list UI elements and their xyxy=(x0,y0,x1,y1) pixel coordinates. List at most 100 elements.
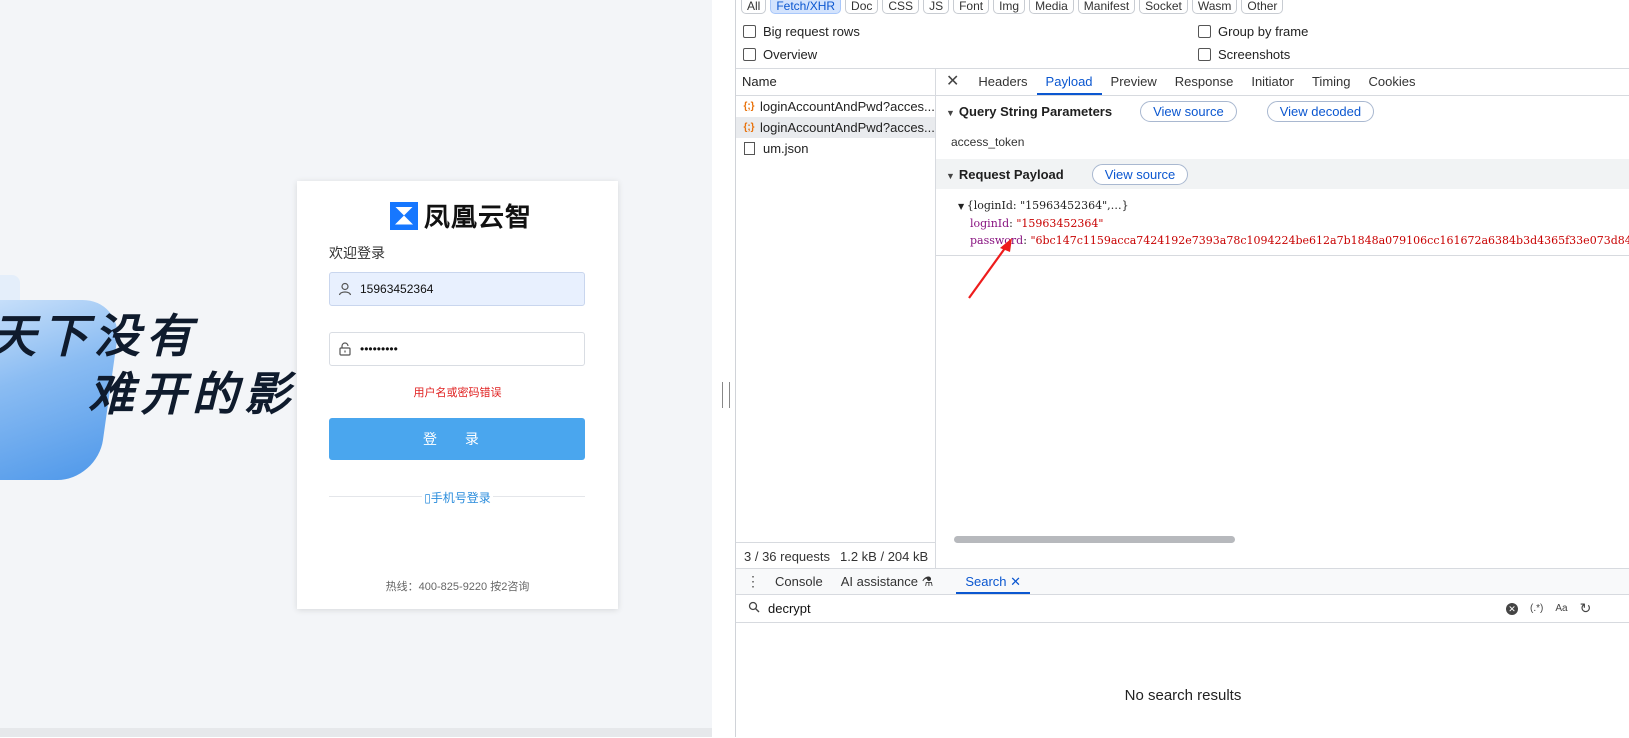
slogan-line-2: 难开的影 xyxy=(88,368,296,420)
request-name: loginAccountAndPwd?acces... xyxy=(760,120,935,135)
slogan-line-1: 天下没有 xyxy=(0,310,198,362)
page-scrollbar[interactable] xyxy=(0,728,712,737)
filter-other[interactable]: Other xyxy=(1241,0,1284,14)
detail-tabs: ✕ Headers Payload Preview Response Initi… xyxy=(936,69,1629,96)
user-icon xyxy=(330,282,360,296)
view-source-button[interactable]: View source xyxy=(1140,100,1237,122)
panel-resize-handle[interactable] xyxy=(722,382,730,408)
section-title: Request Payload xyxy=(958,166,1064,182)
request-detail: ✕ Headers Payload Preview Response Initi… xyxy=(936,69,1629,569)
search-tools: ✕ (.*) Aa ↻ xyxy=(1506,600,1591,617)
section-title: Query String Parameters xyxy=(958,103,1113,119)
brand-logo: 凤凰云智 xyxy=(390,197,532,234)
checkbox[interactable] xyxy=(1198,25,1211,38)
flask-icon: ⚗ xyxy=(921,574,934,589)
hotline-text: 热线：400-825-9220 按2咨询 xyxy=(385,581,530,593)
drawer-tabs: ⋮ Console AI assistance ⚗ Search ✕ xyxy=(736,569,1629,595)
filter-all[interactable]: All xyxy=(741,0,767,14)
filter-manifest[interactable]: Manifest xyxy=(1077,0,1136,14)
tab-label: Search xyxy=(965,574,1007,589)
payload-login-id: loginId: "15963452364" xyxy=(970,217,1104,230)
phone-icon: ▯ xyxy=(424,491,431,505)
xhr-icon: {;} xyxy=(743,122,755,133)
tab-cookies[interactable]: Cookies xyxy=(1360,69,1425,95)
tab-response[interactable]: Response xyxy=(1166,69,1243,95)
payload-summary[interactable]: ▼ {loginId: "15963452364",…} xyxy=(958,199,1129,212)
request-row[interactable]: {;} loginAccountAndPwd?acces... xyxy=(736,96,935,117)
option-label: Overview xyxy=(763,47,818,62)
network-panel: Name {;} loginAccountAndPwd?acces... {;} l… xyxy=(736,68,1629,569)
logo-text: 凤凰云智 xyxy=(424,202,533,232)
phone-login-link[interactable]: ▯手机号登录 xyxy=(297,489,618,506)
filter-font[interactable]: Font xyxy=(953,0,990,14)
key: loginId xyxy=(970,217,1010,230)
xhr-icon: {;} xyxy=(743,101,755,112)
login-page: 天下没有 难开的影 凤凰云智 欢迎登录 15963452364 ••••••••… xyxy=(0,0,712,737)
column-header-name[interactable]: Name xyxy=(736,69,935,96)
value: "6bc147c1159acca7424192e7393a78c1094224b… xyxy=(1030,234,1629,247)
request-count: 3 / 36 requests xyxy=(744,548,830,564)
triangle-down-icon: ▼ xyxy=(946,107,955,118)
option-big-request-rows[interactable]: Big request rows xyxy=(743,24,860,39)
request-name: um.json xyxy=(763,141,809,156)
checkbox[interactable] xyxy=(1198,48,1211,61)
filter-wasm[interactable]: Wasm xyxy=(1191,0,1238,14)
annotation-arrow-icon xyxy=(968,238,1012,299)
triangle-down-icon: ▼ xyxy=(958,202,967,211)
tab-payload[interactable]: Payload xyxy=(1036,69,1102,95)
value: "15963452364" xyxy=(1016,217,1104,230)
option-label: Screenshots xyxy=(1218,47,1291,62)
filter-js[interactable]: JS xyxy=(923,0,950,14)
more-icon[interactable]: ⋮ xyxy=(736,569,766,594)
username-value: 15963452364 xyxy=(360,282,434,296)
search-bar: ✕ (.*) Aa ↻ xyxy=(736,595,1629,623)
payload-tree: ▼ {loginId: "15963452364",…} loginId: "1… xyxy=(936,195,1629,257)
option-label: Group by frame xyxy=(1218,24,1309,39)
filter-fetch-xhr[interactable]: Fetch/XHR xyxy=(770,0,842,14)
request-payload-section-header[interactable]: ▼ Request Payload View source xyxy=(936,159,1629,189)
filter-img[interactable]: Img xyxy=(993,0,1026,14)
tab-label: AI assistance xyxy=(840,574,919,589)
search-icon xyxy=(748,601,762,616)
payload-object: {loginId: "15963452364",…} xyxy=(966,199,1129,212)
tab-initiator[interactable]: Initiator xyxy=(1242,69,1303,95)
close-icon[interactable]: ✕ xyxy=(1010,574,1021,589)
filter-media[interactable]: Media xyxy=(1029,0,1074,14)
transfer-size: 1.2 kB / 204 kB xyxy=(840,548,929,564)
horizontal-scrollbar[interactable] xyxy=(954,536,1235,543)
filter-doc[interactable]: Doc xyxy=(845,0,879,14)
regex-toggle[interactable]: (.*) xyxy=(1530,603,1543,614)
query-string-section-header[interactable]: ▼ Query String Parameters View source Vie… xyxy=(936,96,1629,126)
payload-password: password: "6bc147c1159acca7424192e7393a7… xyxy=(970,234,1629,247)
search-input[interactable] xyxy=(768,601,1368,616)
option-group-by-frame[interactable]: Group by frame xyxy=(1198,24,1308,39)
tab-console[interactable]: Console xyxy=(766,569,832,594)
password-field[interactable]: ••••••••• xyxy=(329,332,585,366)
close-icon[interactable]: ✕ xyxy=(936,69,969,95)
filter-socket[interactable]: Socket xyxy=(1139,0,1188,14)
view-source-button[interactable]: View source xyxy=(1091,163,1189,185)
view-decoded-button[interactable]: View decoded xyxy=(1266,100,1375,122)
clear-icon[interactable]: ✕ xyxy=(1506,602,1518,615)
option-screenshots[interactable]: Screenshots xyxy=(1198,47,1290,62)
triangle-down-icon: ▼ xyxy=(946,170,955,181)
tab-search[interactable]: Search ✕ xyxy=(956,569,1030,594)
checkbox[interactable] xyxy=(743,25,756,38)
tab-headers[interactable]: Headers xyxy=(969,69,1036,95)
match-case-toggle[interactable]: Aa xyxy=(1555,603,1567,614)
request-row[interactable]: um.json xyxy=(736,138,935,159)
payload-divider xyxy=(936,255,1629,256)
request-row-selected[interactable]: {;} loginAccountAndPwd?acces... xyxy=(736,117,935,138)
password-value: ••••••••• xyxy=(360,342,398,356)
tab-timing[interactable]: Timing xyxy=(1303,69,1360,95)
request-type-filters: All Fetch/XHR Doc CSS JS Font Img Media … xyxy=(741,0,1284,14)
drawer: ⋮ Console AI assistance ⚗ Search ✕ ✕ (.*… xyxy=(736,568,1629,738)
tab-preview[interactable]: Preview xyxy=(1102,69,1166,95)
option-overview[interactable]: Overview xyxy=(743,47,817,62)
checkbox[interactable] xyxy=(743,48,756,61)
filter-css[interactable]: CSS xyxy=(882,0,920,14)
username-field[interactable]: 15963452364 xyxy=(329,272,585,306)
login-button[interactable]: 登 录 xyxy=(329,418,585,460)
tab-ai-assistance[interactable]: AI assistance ⚗ xyxy=(832,569,943,594)
refresh-icon[interactable]: ↻ xyxy=(1580,600,1592,617)
